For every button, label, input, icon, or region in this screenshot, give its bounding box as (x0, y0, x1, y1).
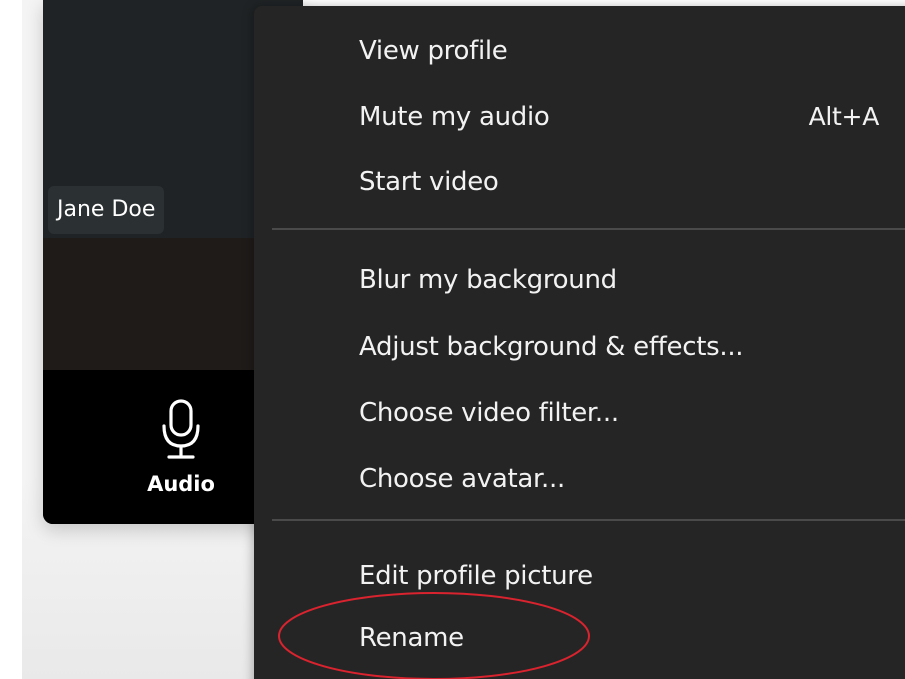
menu-item-start-video[interactable]: Start video (359, 159, 879, 205)
audio-button[interactable]: Audio (129, 398, 233, 508)
menu-item-label: Mute my audio (359, 102, 550, 132)
menu-item-blur-my-background[interactable]: Blur my background (359, 257, 879, 303)
menu-divider (272, 228, 905, 230)
participant-name-tag: Jane Doe (48, 186, 165, 234)
menu-item-label: Start video (359, 167, 499, 197)
menu-item-view-profile[interactable]: View profile (359, 28, 879, 74)
menu-item-choose-avatar[interactable]: Choose avatar... (359, 456, 879, 502)
menu-item-rename[interactable]: Rename (359, 615, 879, 661)
menu-item-label: View profile (359, 36, 508, 66)
menu-item-adjust-background-effects[interactable]: Adjust background & effects... (359, 324, 879, 370)
menu-divider (272, 519, 905, 521)
menu-item-label: Adjust background & effects... (359, 332, 744, 362)
menu-item-shortcut: Alt+A (808, 102, 880, 131)
microphone-icon (162, 399, 200, 459)
menu-item-label: Choose video filter... (359, 398, 619, 428)
menu-item-label: Rename (359, 623, 464, 653)
menu-item-label: Blur my background (359, 265, 617, 295)
context-menu: View profile Mute my audio Alt+A Start v… (254, 6, 905, 679)
menu-item-mute-my-audio[interactable]: Mute my audio Alt+A (359, 94, 879, 140)
screen: Jane Doe Audio View profile Mute my audi… (0, 0, 905, 679)
menu-item-label: Choose avatar... (359, 464, 565, 494)
menu-item-label: Edit profile picture (359, 561, 593, 591)
menu-item-edit-profile-picture[interactable]: Edit profile picture (359, 553, 879, 599)
menu-item-choose-video-filter[interactable]: Choose video filter... (359, 390, 879, 436)
audio-button-label: Audio (147, 472, 215, 496)
